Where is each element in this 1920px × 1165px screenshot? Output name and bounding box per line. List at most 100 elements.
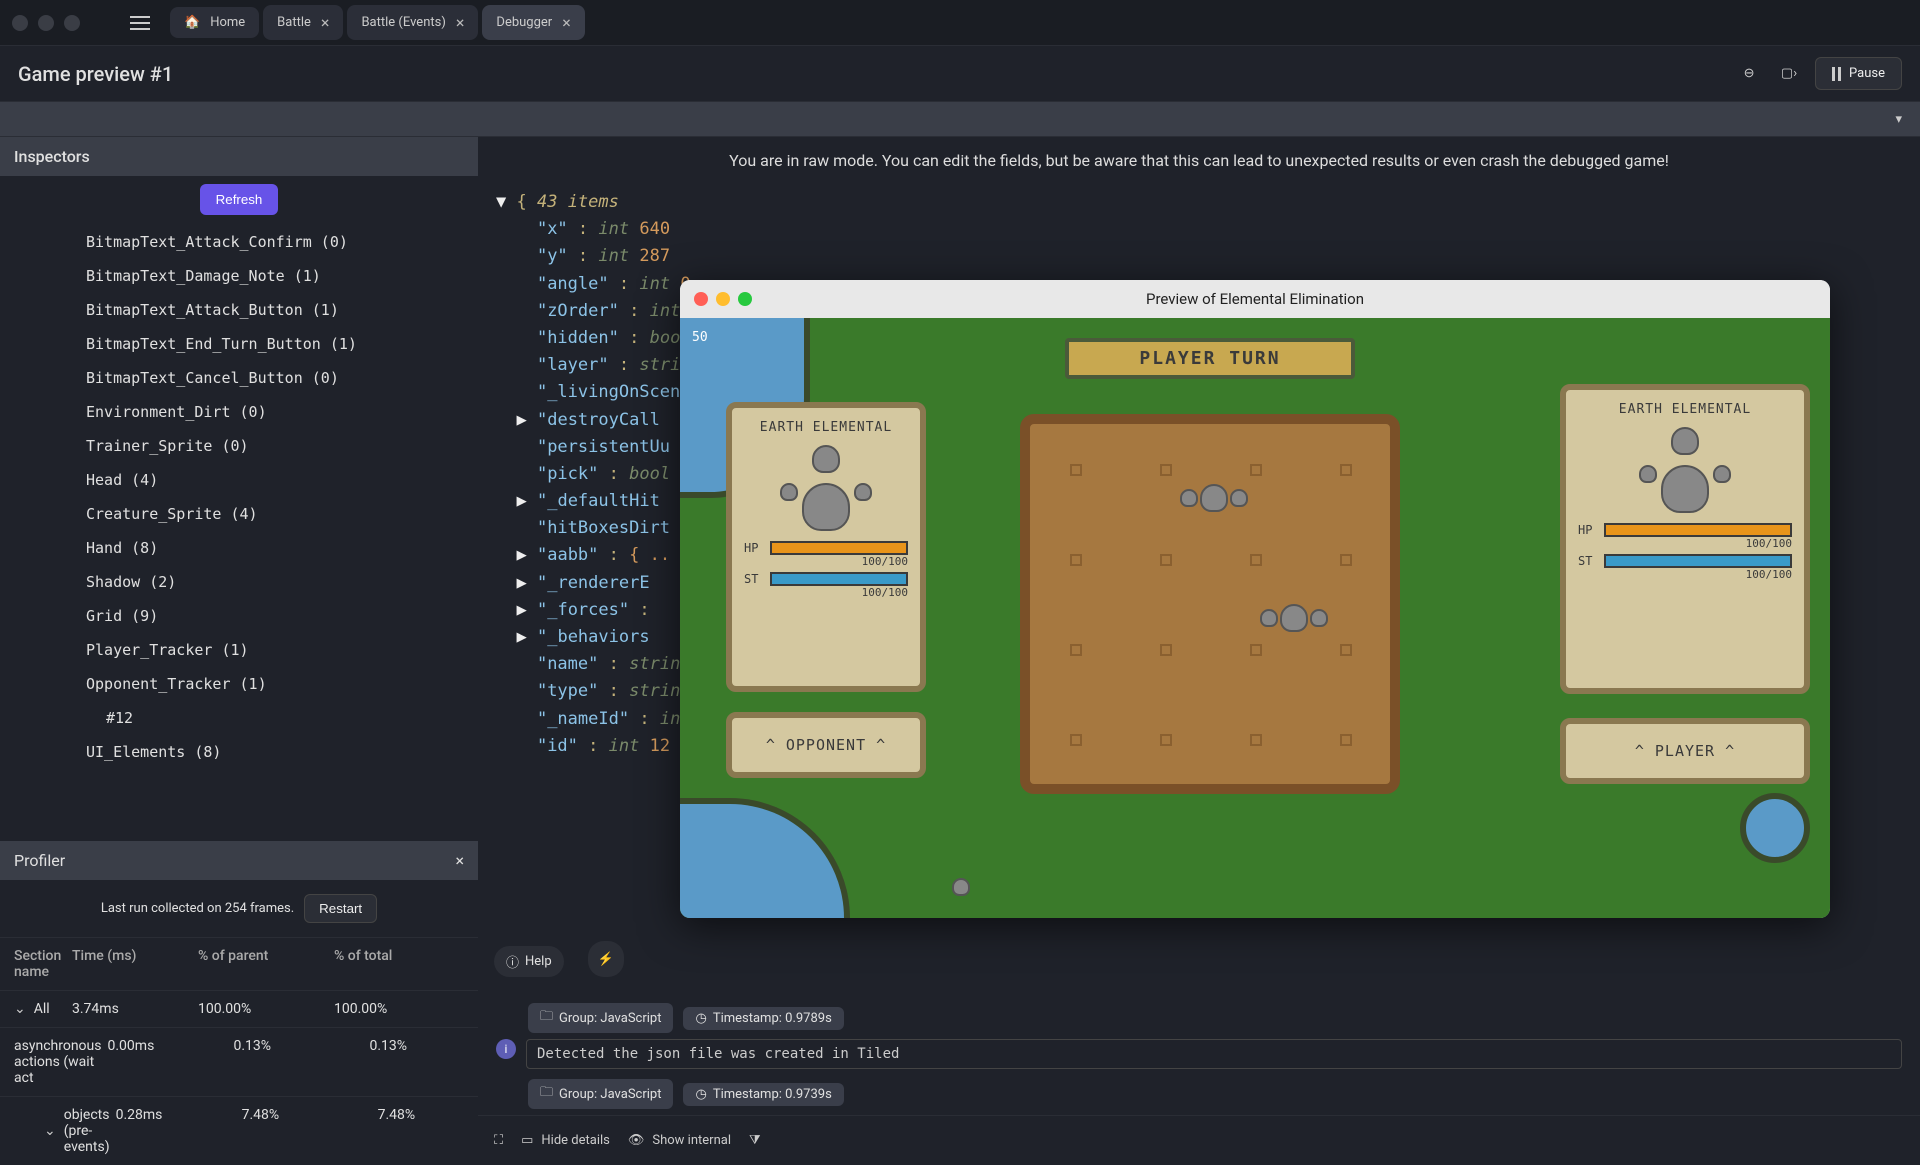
select-icon[interactable]: ⛶ bbox=[494, 1133, 503, 1148]
tab-battle[interactable]: Battle × bbox=[263, 5, 343, 40]
tree-item[interactable]: #12 bbox=[0, 701, 478, 735]
hp-value: 100/100 bbox=[744, 555, 908, 568]
game-window-header[interactable]: Preview of Elemental Elimination bbox=[680, 280, 1830, 318]
tree-item[interactable]: Opponent_Tracker (1) bbox=[0, 667, 478, 701]
player-card[interactable]: EARTH ELEMENTAL HP 100/100 ST 100/100 bbox=[1560, 384, 1810, 694]
page-title: Game preview #1 bbox=[18, 62, 173, 86]
col-parent: % of parent bbox=[198, 948, 328, 980]
player-label[interactable]: ^ PLAYER ^ bbox=[1560, 718, 1810, 784]
tab-battle-events[interactable]: Battle (Events) × bbox=[347, 5, 478, 40]
tree-item[interactable]: BitmapText_Attack_Confirm (0) bbox=[0, 225, 478, 259]
log-timestamp-chip: ◷ Timestamp: 0.9789s bbox=[683, 1007, 843, 1030]
show-internal-button[interactable]: 👁 Show internal bbox=[628, 1133, 731, 1148]
window-minimize-icon[interactable] bbox=[716, 292, 730, 306]
game-window-title: Preview of Elemental Elimination bbox=[680, 290, 1830, 308]
hp-value: 100/100 bbox=[1578, 537, 1792, 550]
tree-item[interactable]: BitmapText_Attack_Button (1) bbox=[0, 293, 478, 327]
folder-icon: 🗀 bbox=[540, 1083, 553, 1105]
tab-label: Battle (Events) bbox=[361, 15, 445, 30]
tree-item[interactable]: Head (4) bbox=[0, 463, 478, 497]
tree-item[interactable]: Hand (8) bbox=[0, 531, 478, 565]
turn-banner: PLAYER TURN bbox=[1065, 338, 1355, 379]
tree-item[interactable]: BitmapText_Damage_Note (1) bbox=[0, 259, 478, 293]
tab-label: Home bbox=[210, 15, 245, 30]
window-controls[interactable] bbox=[12, 15, 80, 31]
tree-item[interactable]: UI_Elements (8) bbox=[0, 735, 478, 769]
refresh-button[interactable]: Refresh bbox=[200, 184, 279, 215]
context-dropdown[interactable]: ▾ bbox=[0, 102, 1920, 137]
window-close-icon[interactable] bbox=[694, 292, 708, 306]
info-icon: i bbox=[496, 1039, 516, 1059]
profiler-status-text: Last run collected on 254 frames. bbox=[101, 901, 294, 916]
bolt-button[interactable]: ⚡ bbox=[588, 941, 624, 977]
opponent-label[interactable]: ^ OPPONENT ^ bbox=[726, 712, 926, 778]
pause-button[interactable]: Pause bbox=[1815, 57, 1902, 90]
chevron-down-icon[interactable]: ⌄ bbox=[44, 1123, 56, 1139]
cell: 3.74ms bbox=[72, 1001, 192, 1017]
game-canvas[interactable]: 50 PLAYER TURN EARTH ELEMENTAL HP 100/1 bbox=[680, 318, 1830, 918]
close-icon[interactable]: × bbox=[321, 13, 330, 32]
log-group: Group: JavaScript bbox=[559, 1011, 661, 1026]
tab-label: Debugger bbox=[496, 15, 552, 30]
tab-label: Battle bbox=[277, 15, 311, 30]
tree-item[interactable]: Player_Tracker (1) bbox=[0, 633, 478, 667]
window-minimize-dot[interactable] bbox=[38, 15, 54, 31]
log-group-chip: 🗀 Group: JavaScript bbox=[528, 1079, 673, 1109]
hamburger-menu-icon[interactable] bbox=[130, 8, 160, 38]
filter-icon[interactable]: ⧩ bbox=[749, 1133, 761, 1148]
cell: 7.48% bbox=[242, 1107, 372, 1155]
record-icon[interactable]: ⊖ bbox=[1735, 60, 1763, 88]
clock-icon: ◷ bbox=[695, 1011, 706, 1026]
st-label: ST bbox=[1578, 554, 1600, 568]
titlebar: 🏠 Home Battle × Battle (Events) × Debugg… bbox=[0, 0, 1920, 46]
log-message: Detected the json file was created in Ti… bbox=[526, 1039, 1902, 1069]
tab-debugger[interactable]: Debugger × bbox=[482, 5, 584, 40]
profiler-row[interactable]: ⌄objects (pre-events)0.28ms7.48%7.48% bbox=[0, 1096, 478, 1165]
st-label: ST bbox=[744, 572, 766, 586]
restart-button[interactable]: Restart bbox=[304, 894, 377, 923]
tree-item[interactable]: Trainer_Sprite (0) bbox=[0, 429, 478, 463]
tab-home[interactable]: 🏠 Home bbox=[170, 7, 259, 38]
tree-item[interactable]: BitmapText_End_Turn_Button (1) bbox=[0, 327, 478, 361]
hide-details-button[interactable]: ▭ Hide details bbox=[521, 1133, 610, 1148]
tree-item[interactable]: Creature_Sprite (4) bbox=[0, 497, 478, 531]
minimize-icon: ▭ bbox=[521, 1133, 533, 1148]
close-icon[interactable]: × bbox=[562, 13, 571, 32]
profiler-row[interactable]: ⌄All3.74ms100.00%100.00% bbox=[0, 990, 478, 1027]
profiler-row[interactable]: asynchronous actions (wait act0.00ms0.13… bbox=[0, 1027, 478, 1096]
json-line[interactable]: "y" : int 287 bbox=[496, 243, 1902, 270]
clock-icon: ◷ bbox=[695, 1087, 706, 1102]
opponent-card[interactable]: EARTH ELEMENTAL HP 100/100 ST 100/100 bbox=[726, 402, 926, 692]
subheader: Game preview #1 ⊖ ▢› Pause bbox=[0, 46, 1920, 102]
json-line[interactable]: "x" : int 640 bbox=[496, 216, 1902, 243]
window-close-dot[interactable] bbox=[12, 15, 28, 31]
cell: 0.00ms bbox=[108, 1038, 228, 1086]
hud-number: 50 bbox=[692, 330, 708, 345]
tree-item[interactable]: Grid (9) bbox=[0, 599, 478, 633]
eye-icon: 👁 bbox=[628, 1133, 645, 1148]
tree-item[interactable]: BitmapText_Cancel_Button (0) bbox=[0, 361, 478, 395]
help-label: Help bbox=[525, 954, 552, 969]
game-preview-window[interactable]: Preview of Elemental Elimination 50 PLAY… bbox=[680, 280, 1830, 918]
cell: 0.13% bbox=[234, 1038, 364, 1086]
window-zoom-icon[interactable] bbox=[738, 292, 752, 306]
help-button[interactable]: ⓘ Help bbox=[494, 946, 564, 977]
chevron-down-icon[interactable]: ⌄ bbox=[14, 1001, 26, 1017]
col-total: % of total bbox=[334, 948, 464, 980]
profiler-columns: Section name Time (ms) % of parent % of … bbox=[0, 937, 478, 990]
cell: 100.00% bbox=[334, 1001, 464, 1017]
window-zoom-dot[interactable] bbox=[64, 15, 80, 31]
close-icon[interactable]: × bbox=[455, 851, 464, 870]
folder-icon: 🗀 bbox=[540, 1007, 553, 1029]
tab-bar: 🏠 Home Battle × Battle (Events) × Debugg… bbox=[170, 5, 585, 40]
inspectors-tree[interactable]: BitmapText_Attack_Confirm (0)BitmapText_… bbox=[0, 223, 478, 841]
console-icon[interactable]: ▢› bbox=[1775, 60, 1803, 88]
arena[interactable] bbox=[1020, 414, 1400, 794]
home-icon: 🏠 bbox=[184, 15, 200, 30]
tree-item[interactable]: Environment_Dirt (0) bbox=[0, 395, 478, 429]
chevron-down-icon: ▾ bbox=[1895, 112, 1902, 127]
tree-item[interactable]: Shadow (2) bbox=[0, 565, 478, 599]
profiler-title: Profiler bbox=[14, 851, 65, 870]
hp-label: HP bbox=[1578, 523, 1600, 537]
close-icon[interactable]: × bbox=[456, 13, 465, 32]
